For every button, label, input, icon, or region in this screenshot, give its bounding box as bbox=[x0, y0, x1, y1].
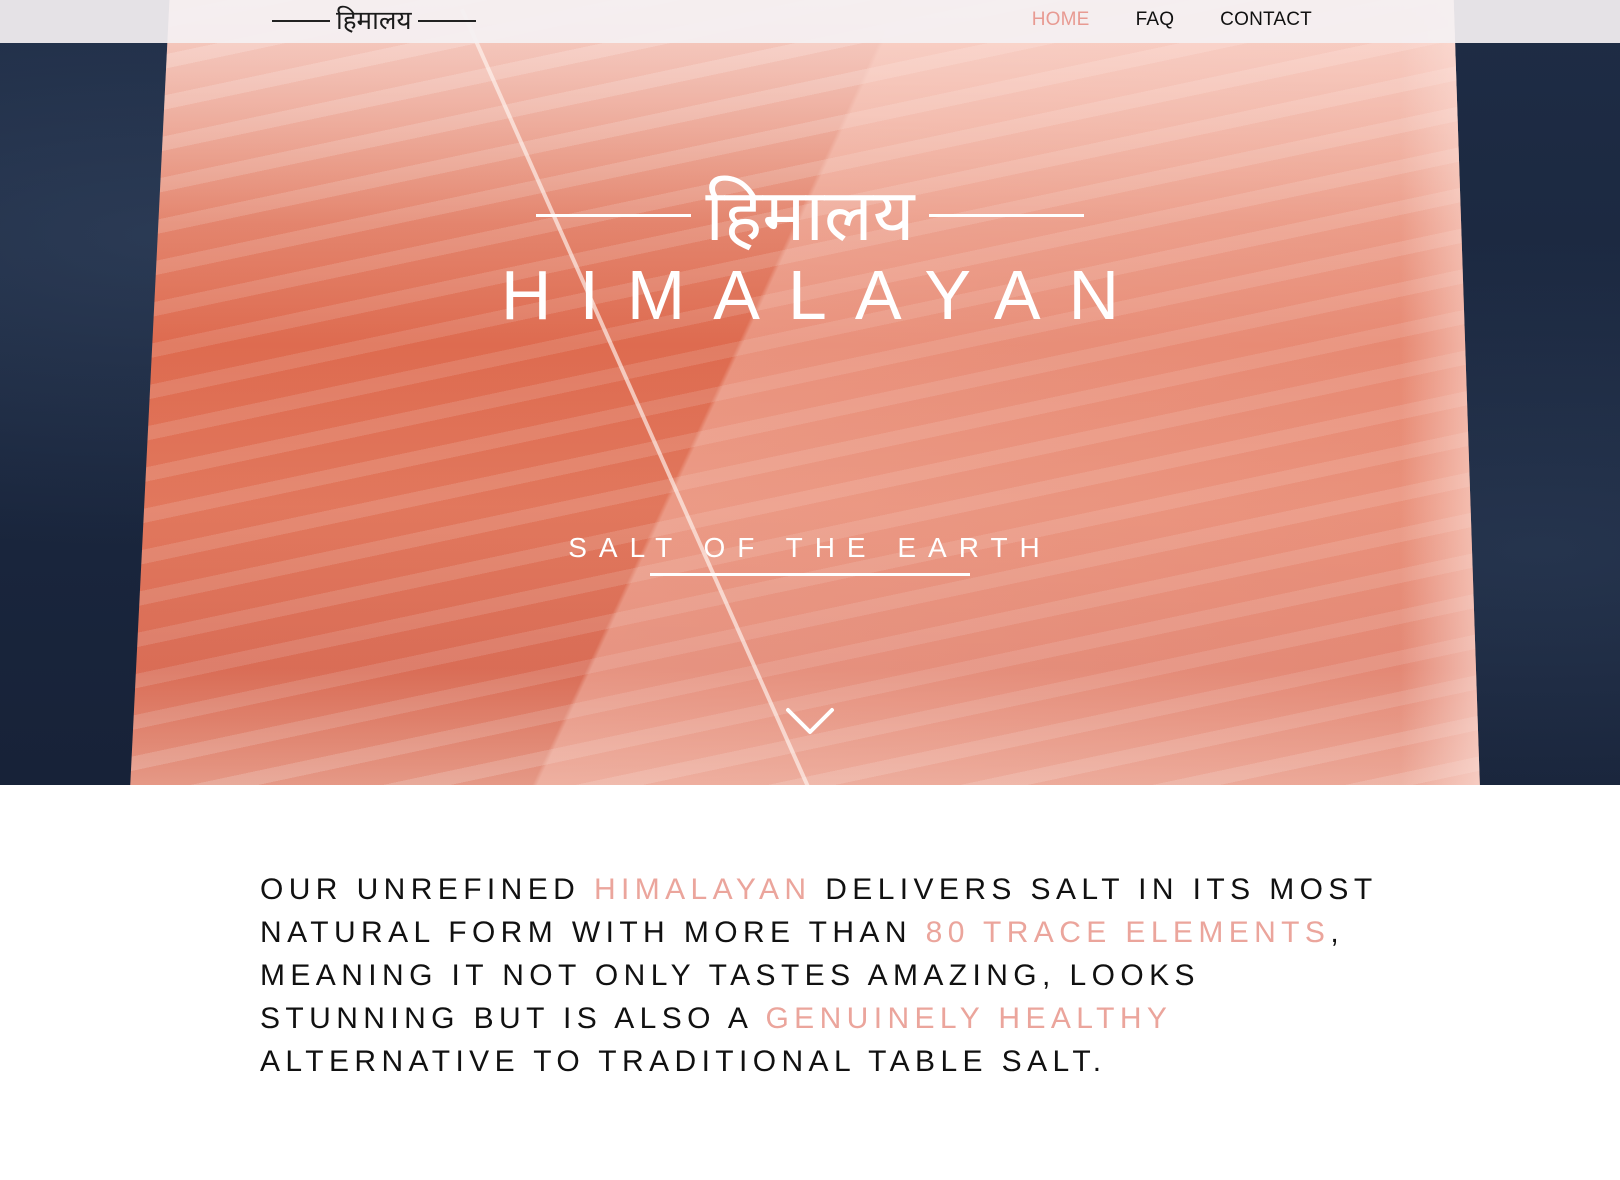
tagline-underline bbox=[650, 573, 970, 576]
brand-text: हिमालय bbox=[336, 6, 412, 36]
brand-dash-left bbox=[272, 20, 330, 22]
hero-tagline: SALT OF THE EARTH bbox=[568, 532, 1052, 563]
hero-devanagari-text: हिमालय bbox=[705, 173, 915, 257]
brand-dash-right bbox=[417, 20, 476, 22]
nav-link-faq[interactable]: FAQ bbox=[1136, 9, 1175, 31]
hero-title: HIMALAYAN bbox=[500, 256, 1148, 334]
intro-highlight-trace-elements: 80 TRACE ELEMENTS bbox=[925, 916, 1331, 949]
hero-devanagari-logo: हिमालय bbox=[500, 170, 1120, 260]
nav-links: HOME FAQ CONTACT bbox=[1032, 0, 1312, 40]
intro-highlight-healthy: GENUINELY HEALTHY bbox=[765, 1002, 1172, 1035]
logo-dash-right bbox=[928, 213, 1084, 217]
intro-text: OUR UNREFINED bbox=[260, 873, 594, 906]
hero-section: हिमालय HIMALAYAN SALT OF THE EARTH bbox=[0, 0, 1620, 785]
intro-text: ALTERNATIVE TO TRADITIONAL TABLE SALT. bbox=[260, 1045, 1107, 1078]
salt-slab-image bbox=[130, 0, 1480, 785]
top-navbar: हिमालय HOME FAQ CONTACT bbox=[0, 0, 1620, 43]
brand-logo[interactable]: हिमालय bbox=[272, 2, 476, 40]
chevron-down-icon[interactable] bbox=[785, 706, 835, 740]
nav-link-home[interactable]: HOME bbox=[1032, 9, 1090, 31]
nav-link-contact[interactable]: CONTACT bbox=[1220, 9, 1312, 31]
intro-paragraph: OUR UNREFINED HIMALAYAN DELIVERS SALT IN… bbox=[260, 868, 1390, 1083]
intro-highlight-himalayan: HIMALAYAN bbox=[593, 873, 812, 906]
logo-dash-left bbox=[536, 213, 692, 217]
